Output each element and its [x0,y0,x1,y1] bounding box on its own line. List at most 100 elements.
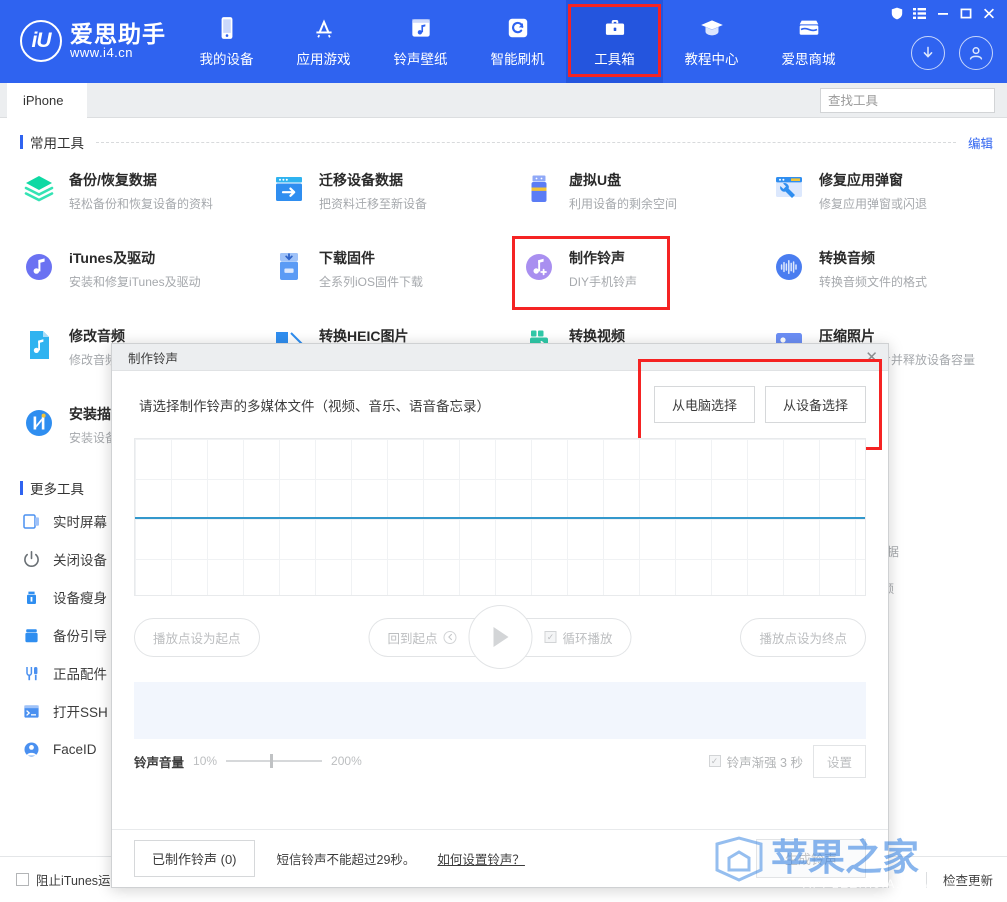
tool-download-firmware[interactable]: 下载固件 全系列iOS固件下载 [272,238,522,316]
shield-icon[interactable] [886,4,907,23]
volume-slider[interactable] [226,754,322,768]
tool-subtitle: 转换音频文件的格式 [819,273,927,290]
section-accent-bar [20,481,23,495]
phone-icon [214,15,240,41]
tool-fix-app-popup[interactable]: 修复应用弹窗 修复应用弹窗或闪退 [772,160,1007,238]
faceid-icon [22,740,41,759]
nav-label: 铃声壁纸 [394,48,448,68]
section-accent-bar [20,135,23,149]
more-item-label: 实时屏幕 [53,511,107,531]
maximize-icon[interactable] [955,4,976,23]
more-item-label: 关闭设备 [53,549,107,569]
tool-title: 下载固件 [319,248,423,268]
more-item-label: 备份引导 [53,625,107,645]
nav-label: 教程中心 [685,48,739,68]
close-icon[interactable] [978,4,999,23]
tool-subtitle: 利用设备的剩余空间 [569,195,677,212]
volume-min-label: 10% [193,754,217,768]
back-arrow-icon [444,631,457,644]
volume-row: 铃声音量 10% 200% ✓ 铃声渐强 3 秒 设置 [112,739,888,783]
play-icon [489,625,511,649]
block-itunes-checkbox[interactable]: 阻止iTunes运行 [16,870,123,889]
tool-backup-restore[interactable]: 备份/恢复数据 轻松备份和恢复设备的资料 [22,160,272,238]
nav-label: 应用游戏 [297,48,351,68]
waveform-center-line [135,517,865,519]
more-item-label: 打开SSH [53,701,108,721]
nav-item-tutorial-center[interactable]: 教程中心 [663,0,760,83]
minimize-icon[interactable] [932,4,953,23]
toolbox-icon [602,15,628,41]
close-icon[interactable]: ✕ [865,350,878,365]
tool-subtitle: 全系列iOS固件下载 [319,273,423,290]
more-tools-title: 更多工具 [30,478,84,498]
slider-knob[interactable] [270,754,273,768]
tool-subtitle: 把资料迁移至新设备 [319,195,427,212]
volume-max-label: 200% [331,754,362,768]
slider-track [226,760,322,762]
pick-from-computer-button[interactable]: 从电脑选择 [654,386,755,423]
checkbox-box [16,873,29,886]
nav-label: 智能刷机 [491,48,545,68]
tool-itunes-driver[interactable]: iTunes及驱动 安装和修复iTunes及驱动 [22,238,272,316]
waveform-icon [772,250,806,284]
pick-prompt: 请选择制作铃声的多媒体文件（视频、音乐、语音备忘录） [139,395,654,415]
nav-item-apps-games[interactable]: 应用游戏 [275,0,372,83]
tool-make-ringtone[interactable]: 制作铃声 DIY手机铃声 [522,238,772,316]
fade-in-checkbox[interactable]: ✓ 铃声渐强 3 秒 [709,752,803,771]
check-update-link[interactable]: 检查更新 [943,870,993,889]
tool-migrate-device-data[interactable]: 迁移设备数据 把资料迁移至新设备 [272,160,522,238]
tool-convert-audio[interactable]: 转换音频 转换音频文件的格式 [772,238,1007,316]
generate-ringtone-button[interactable]: 生成铃声 [756,839,866,878]
fade-settings-button[interactable]: 设置 [813,745,866,778]
volume-right-group: ✓ 铃声渐强 3 秒 设置 [709,745,866,778]
nav-item-my-device[interactable]: 我的设备 [178,0,275,83]
logo-brand-url: www.i4.cn [70,46,166,60]
usb-drive-icon [522,172,556,206]
pick-from-device-button[interactable]: 从设备选择 [765,386,866,423]
ringtone-note-icon [522,250,556,284]
tab-iphone[interactable]: iPhone [7,83,87,118]
nav-item-smart-flash[interactable]: 智能刷机 [469,0,566,83]
refresh-icon [505,15,531,41]
made-ringtones-button[interactable]: 已制作铃声 (0) [134,840,255,877]
nav-item-toolbox[interactable]: 工具箱 [566,0,663,83]
nav-label: 工具箱 [594,48,635,68]
play-button[interactable] [468,605,532,669]
back-to-start-label: 回到起点 [387,628,437,647]
set-end-button[interactable]: 播放点设为终点 [740,618,866,657]
how-to-set-ringtone-link[interactable]: 如何设置铃声？ [437,849,525,868]
waveform-canvas[interactable] [134,438,866,596]
loop-play-label: 循环播放 [563,628,613,647]
ringtone-length-note: 短信铃声不能超过29秒。 [277,849,416,868]
download-icon[interactable] [911,36,945,70]
status-divider [926,872,927,888]
tool-title: 迁移设备数据 [319,170,427,190]
set-start-button[interactable]: 播放点设为起点 [134,618,260,657]
more-item-label: 设备瘦身 [53,587,107,607]
fade-in-label: 铃声渐强 3 秒 [727,752,803,771]
nav-item-ringtone-wallpaper[interactable]: 铃声壁纸 [372,0,469,83]
nav-item-store[interactable]: 爱思商城 [760,0,857,83]
search-input[interactable] [828,94,989,108]
tool-virtual-usb[interactable]: 虚拟U盘 利用设备的剩余空间 [522,160,772,238]
appstore-icon [311,15,337,41]
list-icon[interactable] [909,4,930,23]
slim-icon [22,588,41,607]
section-divider [96,142,956,143]
ssh-icon [22,702,41,721]
tab-iphone-label: iPhone [23,93,63,108]
checkbox-box: ✓ [709,755,721,767]
tool-title: 虚拟U盘 [569,170,677,190]
common-tools-title: 常用工具 [30,132,84,152]
tool-title: 修复应用弹窗 [819,170,927,190]
edit-tools-link[interactable]: 编辑 [968,133,993,152]
block-itunes-label: 阻止iTunes运行 [36,870,123,889]
install-profile-icon [22,406,56,440]
app-logo: iU 爱思助手 www.i4.cn [20,20,166,62]
account-icon[interactable] [959,36,993,70]
nav-label: 我的设备 [200,48,254,68]
graduation-cap-icon [699,15,725,41]
selection-panel [134,682,866,739]
tool-subtitle: 修复应用弹窗或闪退 [819,195,927,212]
search-tools-box[interactable] [820,88,995,113]
